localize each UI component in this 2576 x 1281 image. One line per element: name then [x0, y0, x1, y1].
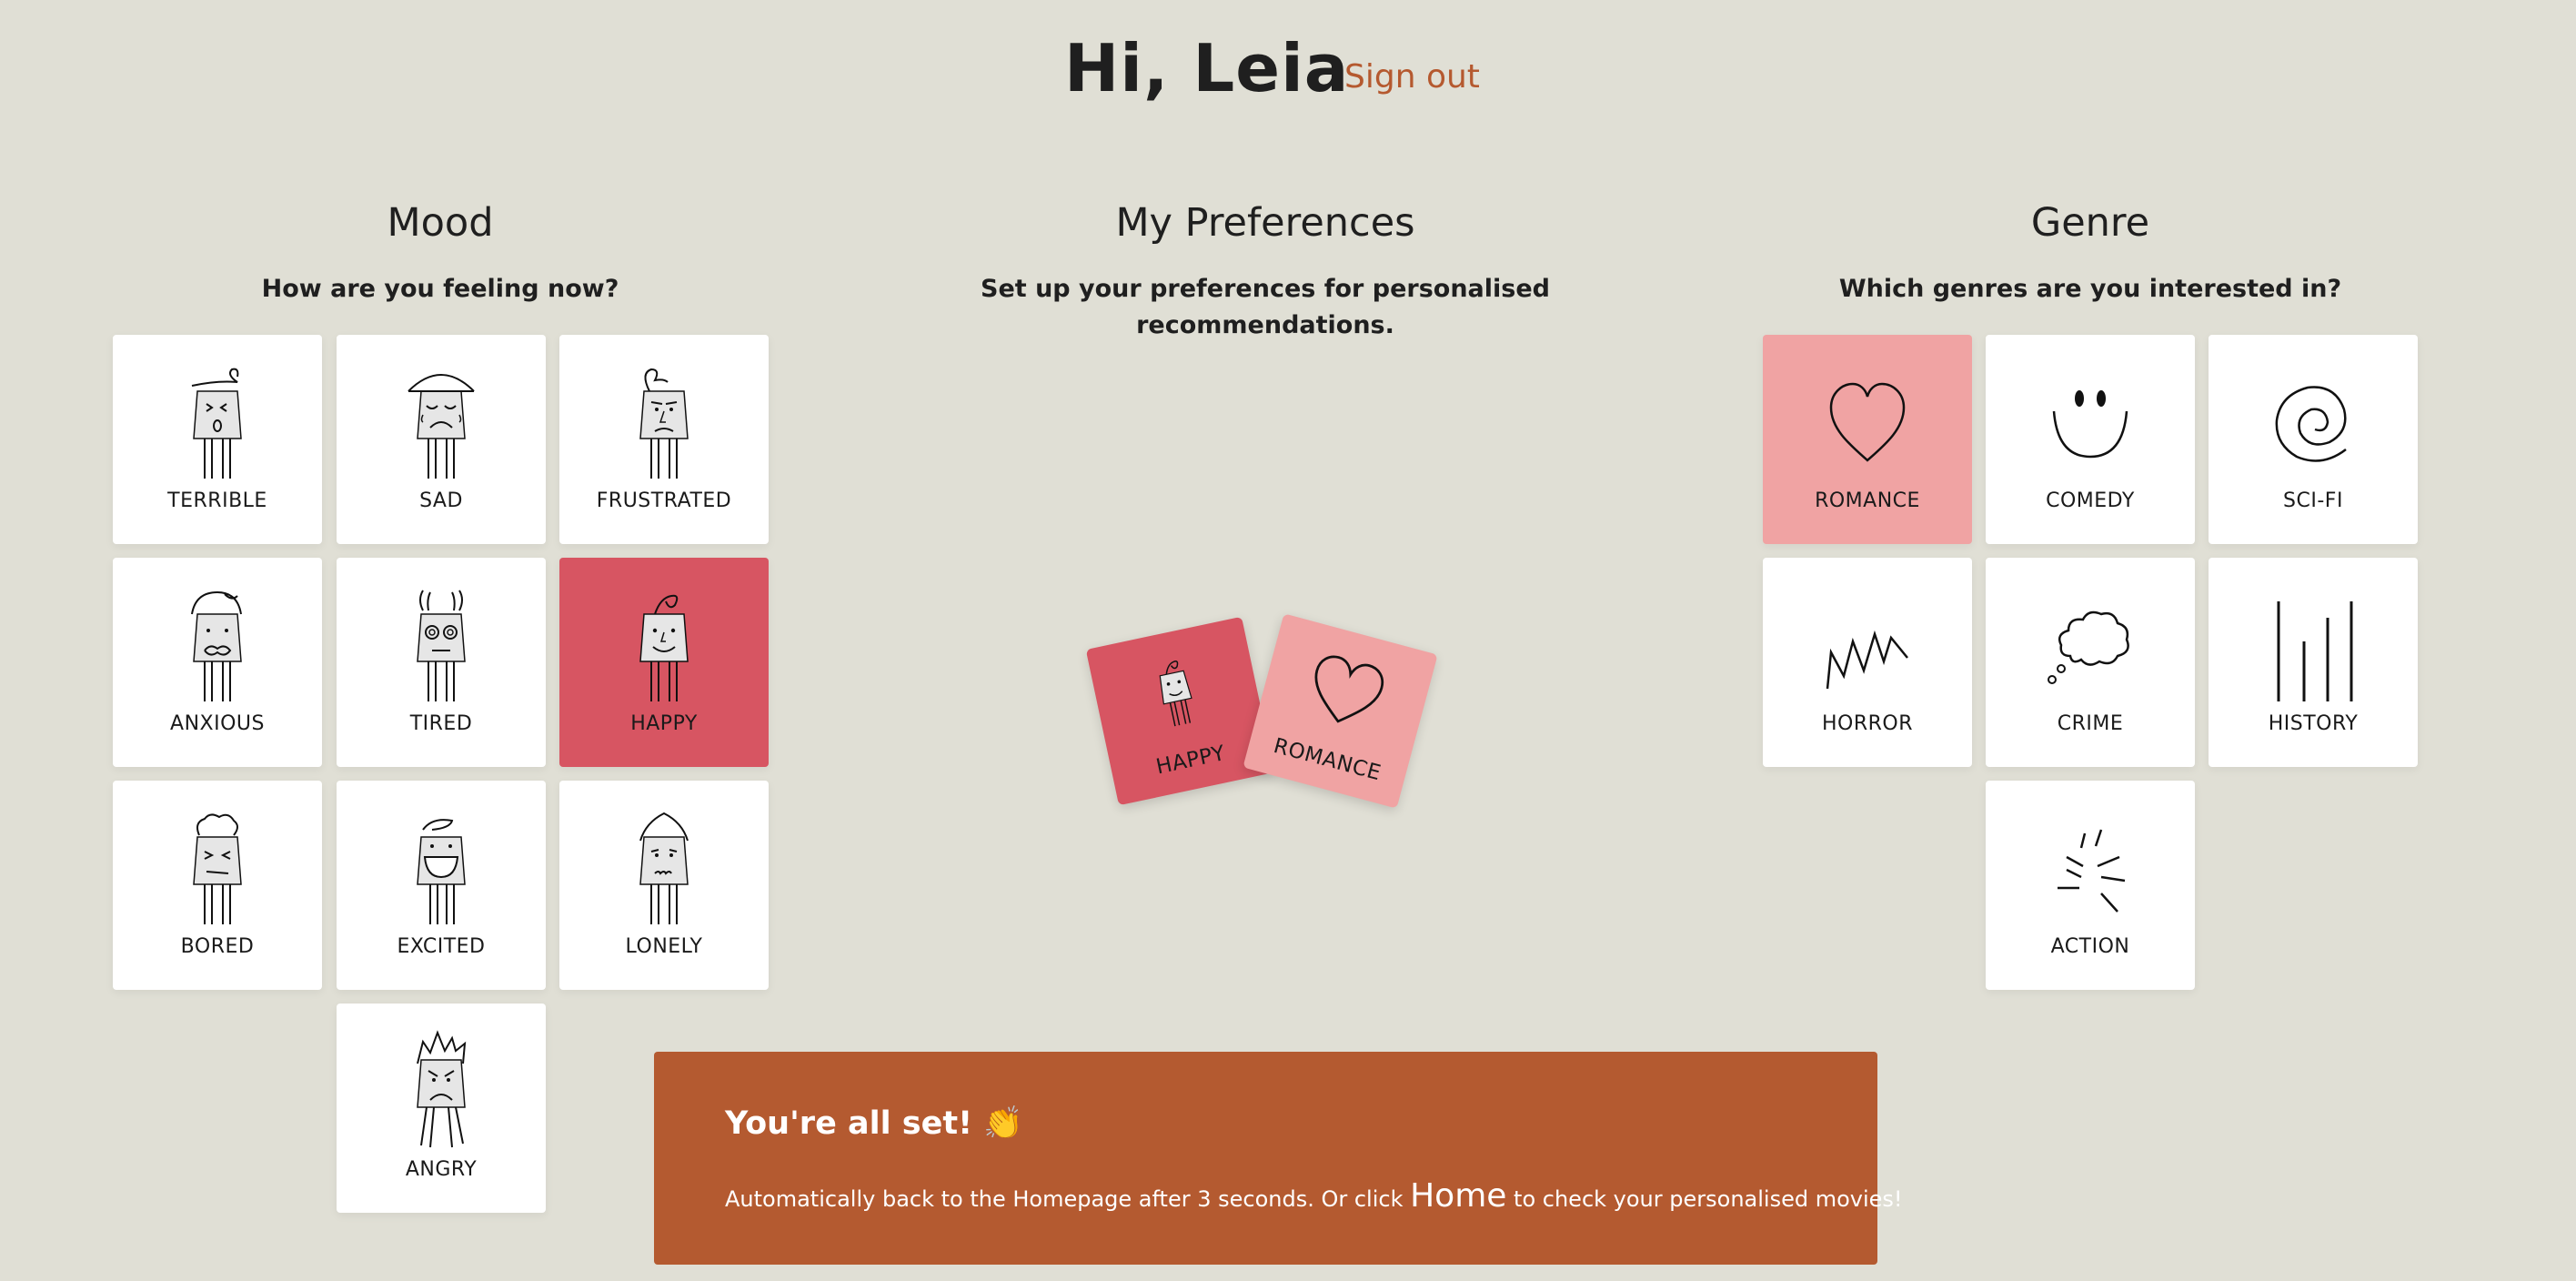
mood-card-tired[interactable]: TIRED: [337, 558, 546, 767]
genre-label: SCI-FI: [2283, 489, 2343, 512]
mood-label: HAPPY: [630, 712, 698, 735]
genre-card-history[interactable]: HISTORY: [2209, 558, 2418, 767]
mood-card-frustrated[interactable]: FRUSTRATED: [559, 335, 769, 544]
greeting-title: Hi, Leia: [1064, 30, 1350, 106]
mood-card-sad[interactable]: SAD: [337, 335, 546, 544]
mood-label: ANGRY: [405, 1158, 478, 1181]
mood-card-lonely[interactable]: LONELY: [559, 781, 769, 990]
preference-label: ROMANCE: [1271, 733, 1384, 786]
genre-label: ROMANCE: [1815, 489, 1920, 512]
thought-cloud-icon: [2048, 610, 2129, 684]
mood-card-bored[interactable]: BORED: [113, 781, 322, 990]
mood-label: LONELY: [625, 935, 703, 958]
burst-icon: [2058, 829, 2126, 913]
mood-card-terrible[interactable]: TERRIBLE: [113, 335, 322, 544]
page-header: Hi, Leia Sign out: [0, 27, 2576, 136]
zigzag-icon: [1826, 630, 1908, 690]
mood-subtitle: How are you feeling now?: [261, 275, 619, 303]
mood-card-excited[interactable]: EXCITED: [337, 781, 546, 990]
genre-label: ACTION: [2050, 935, 2130, 958]
genre-card-crime[interactable]: CRIME: [1986, 558, 2195, 767]
mood-label: SAD: [419, 489, 463, 512]
genre-card-sci-fi[interactable]: SCI-FI: [2209, 335, 2418, 544]
excited-face-icon: [417, 819, 466, 924]
tired-face-icon: [417, 590, 466, 701]
heart-icon: [1314, 655, 1384, 723]
mood-label: FRUSTRATED: [596, 489, 732, 512]
angry-face-icon: [417, 1030, 467, 1148]
genre-label: HISTORY: [2268, 712, 2359, 735]
genre-card-horror[interactable]: HORROR: [1763, 558, 1972, 767]
banner-message-after: to check your personalised movies!: [1506, 1186, 1903, 1212]
sad-face-icon: [408, 374, 475, 479]
terrible-face-icon: [191, 368, 242, 479]
banner-title: You're all set! 👏: [725, 1105, 1023, 1142]
spiral-icon: [2275, 386, 2347, 462]
preferences-subtitle: Set up your preferences for personalised…: [981, 275, 1550, 339]
heart-icon: [1829, 382, 1906, 462]
sign-out-link[interactable]: Sign out: [1344, 55, 1480, 100]
home-link[interactable]: Home: [1410, 1177, 1506, 1215]
genre-title: Genre: [2030, 200, 2150, 246]
tally-lines-icon: [2277, 601, 2353, 701]
preferences-title: My Preferences: [1115, 200, 1415, 246]
genre-subtitle: Which genres are you interested in?: [1838, 275, 2342, 303]
happy-face-icon: [1159, 660, 1192, 727]
anxious-face-icon: [191, 590, 242, 701]
mood-label: TIRED: [409, 712, 473, 735]
mood-title: Mood: [387, 200, 494, 246]
genre-card-action[interactable]: ACTION: [1986, 781, 2195, 990]
banner-message: Automatically back to the Homepage after…: [725, 1177, 1903, 1215]
mood-label: EXCITED: [397, 935, 486, 958]
frustrated-face-icon: [639, 368, 689, 479]
genre-label: CRIME: [2057, 712, 2124, 735]
genre-card-comedy[interactable]: COMEDY: [1986, 335, 2195, 544]
mood-label: TERRIBLE: [167, 489, 267, 512]
preference-card-happy: HAPPY: [1085, 616, 1275, 806]
genre-card-romance[interactable]: ROMANCE: [1763, 335, 1972, 544]
mood-label: BORED: [180, 935, 255, 958]
mood-card-happy[interactable]: HAPPY: [559, 558, 769, 767]
smiley-icon: [2052, 390, 2128, 459]
preference-card-romance: ROMANCE: [1243, 613, 1438, 809]
banner-message-before: Automatically back to the Homepage after…: [725, 1186, 1411, 1212]
genre-label: COMEDY: [2046, 489, 2135, 512]
mood-card-anxious[interactable]: ANXIOUS: [113, 558, 322, 767]
completion-banner: You're all set! 👏 Automatically back to …: [654, 1052, 1903, 1265]
mood-label: ANXIOUS: [170, 712, 265, 735]
bored-face-icon: [193, 813, 242, 924]
mood-card-angry[interactable]: ANGRY: [337, 1004, 546, 1213]
genre-label: HORROR: [1821, 712, 1914, 735]
happy-face-icon: [639, 594, 689, 701]
lonely-face-icon: [639, 812, 689, 924]
